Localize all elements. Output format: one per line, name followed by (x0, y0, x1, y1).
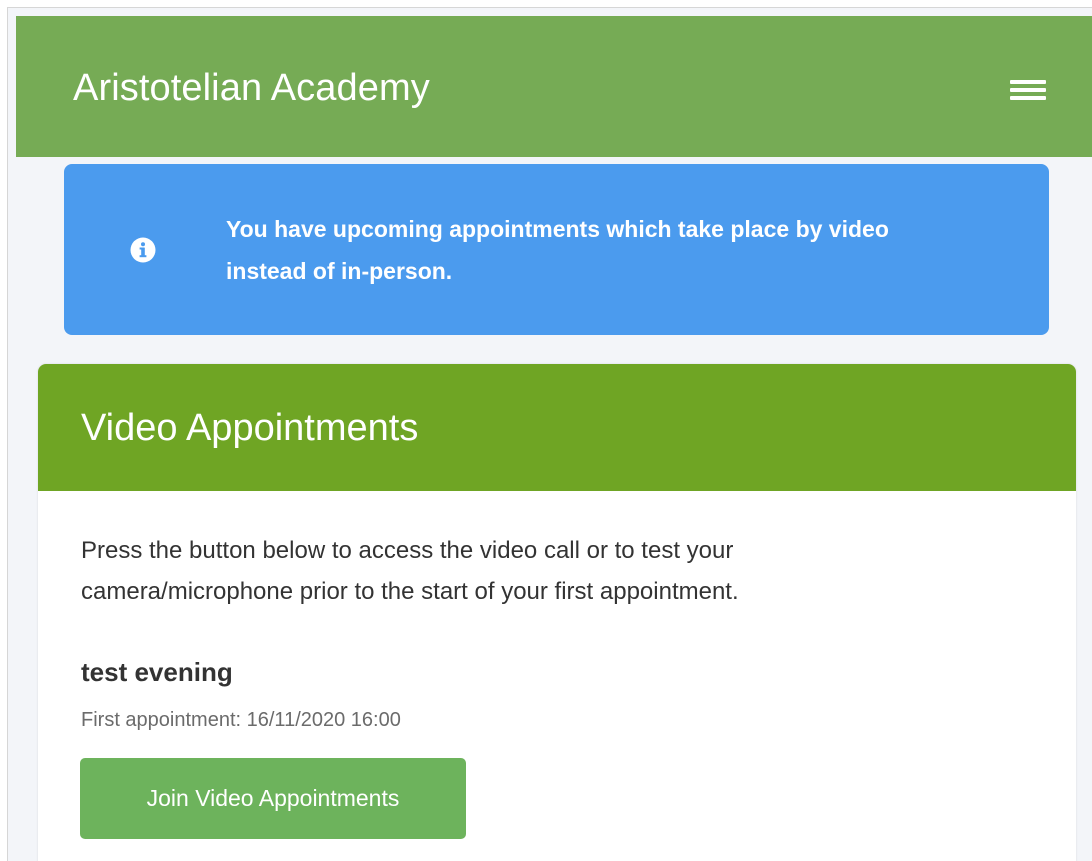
card-description: Press the button below to access the vid… (81, 530, 981, 612)
event-name: test evening (81, 657, 233, 687)
description-line-2: camera/microphone prior to the start of … (81, 578, 739, 605)
hamburger-menu-icon[interactable] (1010, 76, 1046, 102)
top-navbar: Aristotelian Academy (16, 16, 1092, 157)
browser-viewport: Aristotelian Academy You have upcoming a… (7, 7, 1092, 861)
alert-line-1: You have upcoming appointments which tak… (226, 216, 889, 242)
brand-title[interactable]: Aristotelian Academy (73, 67, 430, 110)
alert-message: You have upcoming appointments which tak… (226, 208, 1026, 292)
menu-line (1010, 80, 1046, 84)
join-video-appointments-button[interactable]: Join Video Appointments (80, 758, 466, 839)
info-alert: You have upcoming appointments which tak… (64, 164, 1049, 335)
video-appointments-card: Video Appointments Press the button belo… (38, 364, 1076, 861)
first-appointment-time: First appointment: 16/11/2020 16:00 (81, 709, 401, 731)
menu-line (1010, 88, 1046, 92)
menu-line (1010, 96, 1046, 100)
card-header: Video Appointments (38, 364, 1076, 491)
description-line-1: Press the button below to access the vid… (81, 537, 734, 564)
info-icon (130, 237, 156, 263)
card-title: Video Appointments (81, 407, 419, 449)
alert-line-2: instead of in-person. (226, 258, 453, 284)
